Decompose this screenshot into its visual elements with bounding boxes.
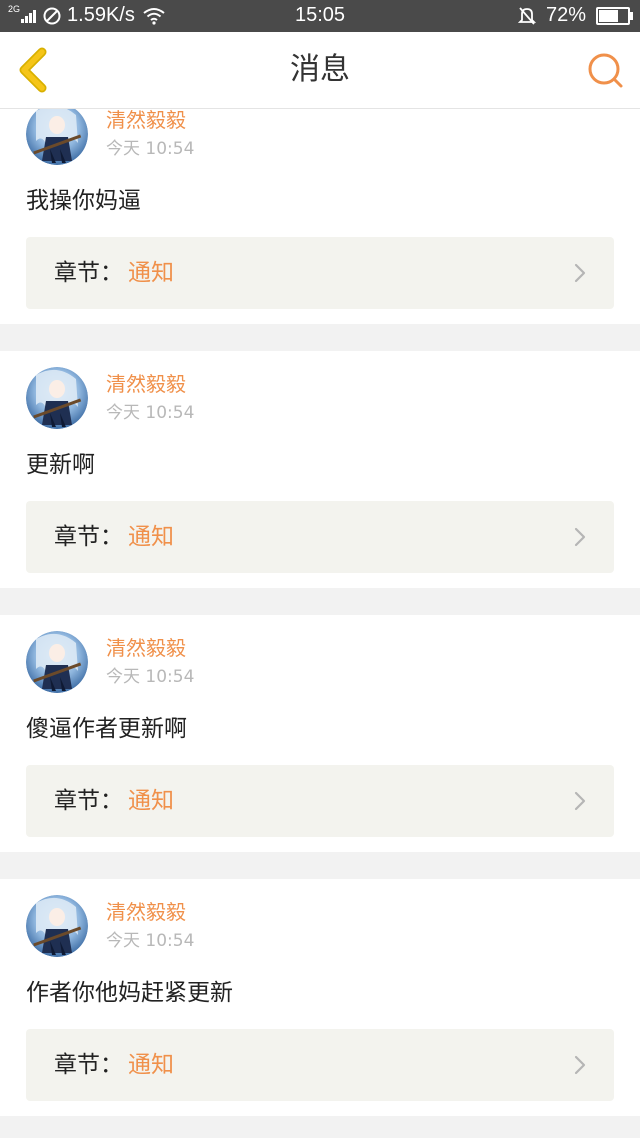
avatar[interactable] — [26, 367, 88, 429]
chevron-right-icon — [574, 791, 586, 811]
chapter-label: 章节： — [54, 1052, 123, 1078]
chapter-label: 章节： — [54, 524, 123, 550]
battery-icon — [596, 6, 633, 25]
timestamp: 今天 10:54 — [106, 403, 195, 423]
avatar[interactable] — [26, 109, 88, 165]
search-button[interactable] — [584, 48, 628, 92]
message-text: 更新啊 — [26, 452, 95, 478]
chapter-value: 通知 — [128, 260, 174, 286]
chapter-link[interactable]: 章节： 通知 — [26, 765, 614, 837]
message-text: 作者你他妈赶紧更新 — [26, 980, 233, 1006]
message-list[interactable]: 清然毅毅 今天 10:54 我操你妈逼 章节： 通知 清然毅毅 今天 10:54… — [0, 109, 640, 1138]
page-title: 消息 — [290, 52, 350, 87]
battery-percent: 72% — [545, 4, 586, 26]
chapter-label: 章节： — [54, 788, 123, 814]
timestamp: 今天 10:54 — [106, 139, 195, 159]
chapter-link[interactable]: 章节： 通知 — [26, 237, 614, 309]
message-text: 傻逼作者更新啊 — [26, 716, 187, 742]
username-link[interactable]: 清然毅毅 — [106, 109, 186, 133]
chapter-value: 通知 — [128, 1052, 174, 1078]
avatar[interactable] — [26, 631, 88, 693]
chapter-link[interactable]: 章节： 通知 — [26, 1029, 614, 1101]
chapter-value: 通知 — [128, 788, 174, 814]
timestamp: 今天 10:54 — [106, 931, 195, 951]
message-card[interactable]: 清然毅毅 今天 10:54 更新啊 章节： 通知 — [0, 351, 640, 588]
message-text: 我操你妈逼 — [26, 188, 141, 214]
avatar[interactable] — [26, 895, 88, 957]
chapter-label: 章节： — [54, 260, 123, 286]
message-card[interactable]: 清然毅毅 今天 10:54 我操你妈逼 章节： 通知 — [0, 109, 640, 324]
header-bar: 消息 — [0, 32, 640, 109]
status-bar: 2G 1.59K/s 15:05 72% — [0, 0, 640, 32]
chevron-right-icon — [574, 1055, 586, 1075]
chevron-right-icon — [574, 263, 586, 283]
timestamp: 今天 10:54 — [106, 667, 195, 687]
username-link[interactable]: 清然毅毅 — [106, 632, 186, 661]
search-icon — [588, 53, 623, 88]
muted-bell-icon — [517, 6, 536, 25]
chevron-right-icon — [574, 527, 586, 547]
username-link[interactable]: 清然毅毅 — [106, 896, 186, 925]
chapter-value: 通知 — [128, 524, 174, 550]
chapter-link[interactable]: 章节： 通知 — [26, 501, 614, 573]
message-card[interactable]: 清然毅毅 今天 10:54 作者你他妈赶紧更新 章节： 通知 — [0, 879, 640, 1116]
message-card[interactable]: 清然毅毅 今天 10:54 傻逼作者更新啊 章节： 通知 — [0, 615, 640, 852]
username-link[interactable]: 清然毅毅 — [106, 368, 186, 397]
